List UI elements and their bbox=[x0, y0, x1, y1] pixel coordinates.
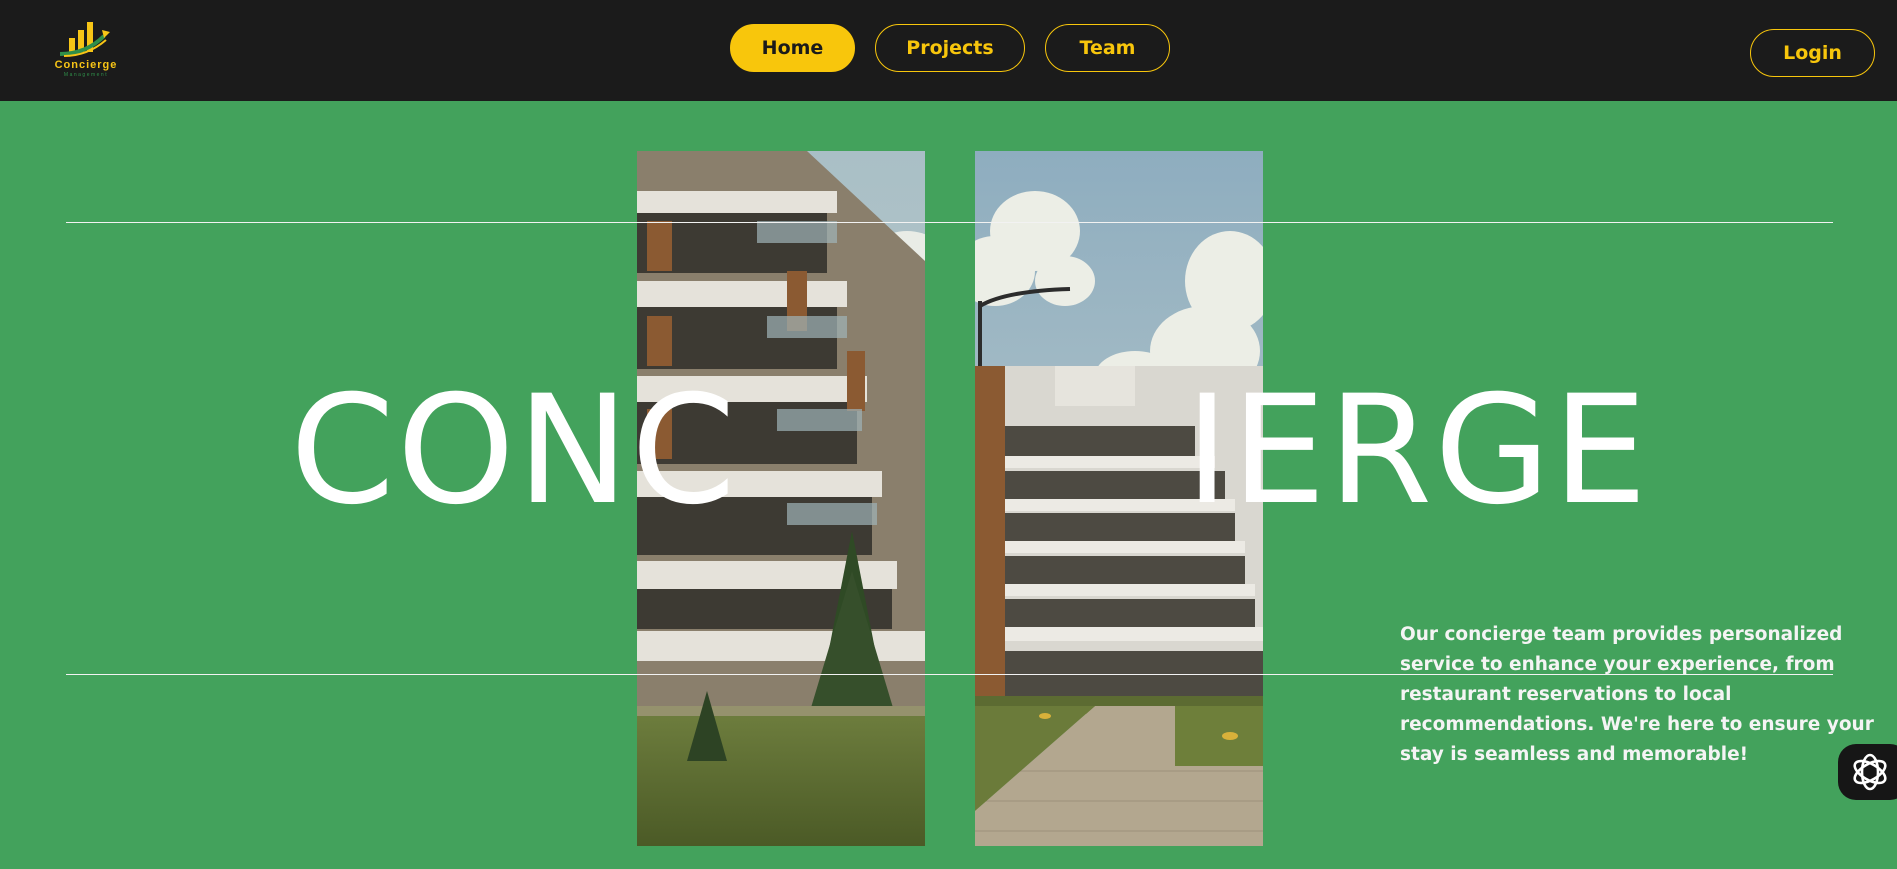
top-navigation-bar: Concierge Management Home Projects Team … bbox=[0, 0, 1897, 101]
hero-title-left: CONC bbox=[290, 364, 738, 538]
login-button[interactable]: Login bbox=[1750, 29, 1875, 77]
hero-title-right: IERGE bbox=[1185, 364, 1650, 538]
nav-team-button[interactable]: Team bbox=[1045, 24, 1170, 72]
openai-knot-icon bbox=[1853, 753, 1887, 791]
divider-line-top bbox=[66, 222, 1833, 223]
hero-section: CONC IERGE Our concierge team provides p… bbox=[0, 101, 1897, 869]
assistant-chat-button[interactable] bbox=[1838, 744, 1897, 800]
nav-projects-button[interactable]: Projects bbox=[875, 24, 1025, 72]
brand-logo[interactable]: Concierge Management bbox=[46, 16, 126, 84]
hero-description: Our concierge team provides personalized… bbox=[1400, 624, 1874, 765]
bar-chart-arrow-icon bbox=[59, 22, 110, 57]
brand-subtitle: Management bbox=[63, 72, 109, 78]
nav-home-button[interactable]: Home bbox=[730, 24, 855, 72]
brand-name: Concierge bbox=[54, 59, 118, 71]
page: Concierge Management Home Projects Team … bbox=[0, 0, 1897, 869]
